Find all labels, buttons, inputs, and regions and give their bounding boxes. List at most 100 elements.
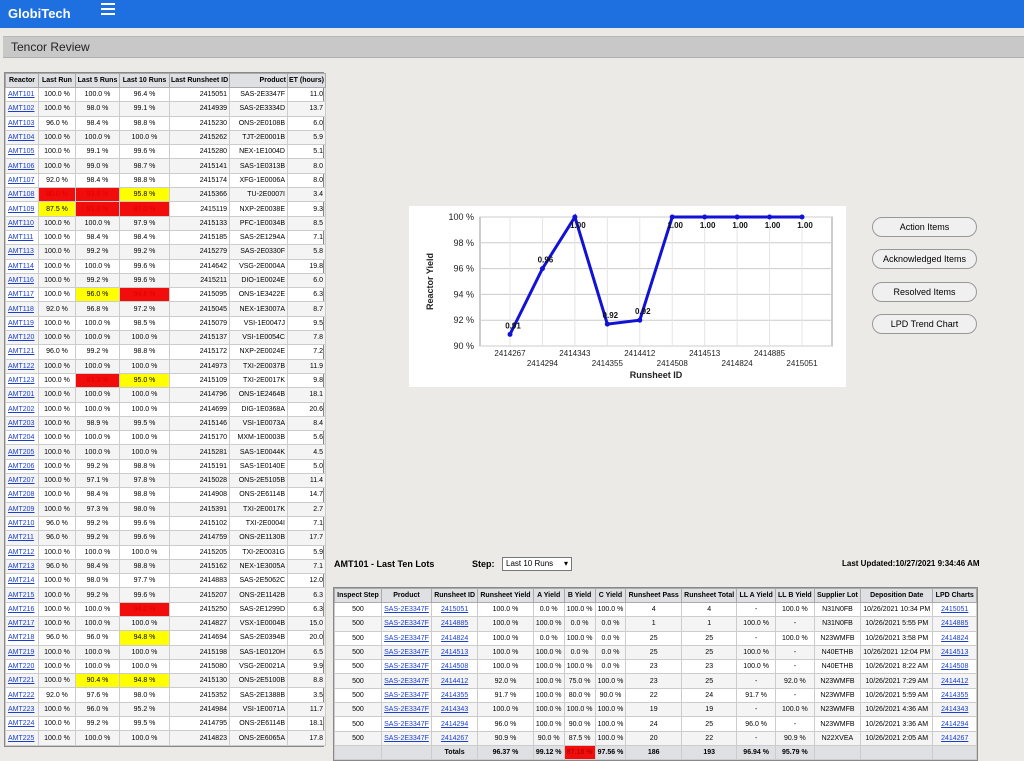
reactor-cell: 2415051 xyxy=(169,86,230,103)
reactor-link[interactable]: AMT205 xyxy=(8,449,34,456)
runsheet-link[interactable]: 2414355 xyxy=(441,692,468,699)
lots-total-cell: 96.94 % xyxy=(736,744,776,761)
runsheet-link[interactable]: 2414294 xyxy=(441,721,468,728)
reactor-link[interactable]: AMT223 xyxy=(8,706,34,713)
runsheet-link[interactable]: 2415051 xyxy=(441,606,468,613)
product-link[interactable]: SAS-2E3347F xyxy=(384,678,429,685)
lots-row: 500 SAS-2E3347F 2414508 100.0 % 100.0 % 100.0… xyxy=(334,659,977,675)
product-link[interactable]: SAS-2E3347F xyxy=(384,692,429,699)
reactor-link[interactable]: AMT119 xyxy=(8,320,34,327)
action-items-button[interactable]: Action Items xyxy=(872,217,977,237)
product-link[interactable]: SAS-2E3347F xyxy=(384,721,429,728)
reactor-link[interactable]: AMT111 xyxy=(8,234,33,241)
reactor-link[interactable]: AMT213 xyxy=(8,563,34,570)
reactor-link[interactable]: AMT113 xyxy=(8,248,34,255)
reactor-link[interactable]: AMT202 xyxy=(8,406,34,413)
product-link[interactable]: SAS-2E3347F xyxy=(384,635,429,642)
reactor-link[interactable]: AMT123 xyxy=(8,377,34,384)
reactor-link[interactable]: AMT118 xyxy=(8,306,34,313)
reactor-link[interactable]: AMT107 xyxy=(8,177,34,184)
reactor-link[interactable]: AMT221 xyxy=(8,677,34,684)
product-link[interactable]: SAS-2E3347F xyxy=(384,606,429,613)
reactor-row: AMT107 92.0 % 98.4 % 98.8 % 2415174 XFG-1E000… xyxy=(5,172,326,189)
brand-logo[interactable]: GlobiTech xyxy=(8,6,71,21)
reactor-link[interactable]: AMT224 xyxy=(8,720,34,727)
reactor-link[interactable]: AMT102 xyxy=(8,105,34,112)
reactor-link[interactable]: AMT209 xyxy=(8,506,34,513)
reactor-cell: AMT212 xyxy=(5,544,39,560)
reactor-link[interactable]: AMT116 xyxy=(8,277,34,284)
reactor-link[interactable]: AMT106 xyxy=(8,163,34,170)
reactor-link[interactable]: AMT214 xyxy=(8,577,34,584)
reactor-link[interactable]: AMT225 xyxy=(8,735,34,742)
reactor-link[interactable]: AMT122 xyxy=(8,363,34,370)
reactor-cell: 5.9 xyxy=(287,129,326,146)
product-link[interactable]: SAS-2E3347F xyxy=(384,735,429,742)
acknowledged-items-button[interactable]: Acknowledged Items xyxy=(872,249,977,269)
reactor-link[interactable]: AMT222 xyxy=(8,692,34,699)
lpd-chart-link[interactable]: 2414513 xyxy=(941,649,968,656)
step-select[interactable]: Last 10 Runs ▾ xyxy=(502,557,572,571)
reactor-link[interactable]: AMT204 xyxy=(8,434,34,441)
reactor-link[interactable]: AMT218 xyxy=(8,634,34,641)
reactor-link[interactable]: AMT217 xyxy=(8,620,34,627)
runsheet-link[interactable]: 2414267 xyxy=(441,735,468,742)
reactor-link[interactable]: AMT110 xyxy=(8,220,34,227)
reactor-link[interactable]: AMT210 xyxy=(8,520,34,527)
lpd-chart-link[interactable]: 2414508 xyxy=(941,663,968,670)
runsheet-link[interactable]: 2414412 xyxy=(441,678,468,685)
reactor-cell: 8.7 xyxy=(287,301,326,317)
reactor-link[interactable]: AMT206 xyxy=(8,463,34,470)
lots-cell: 2415051 xyxy=(932,601,977,618)
data-label: 1.00 xyxy=(765,221,781,230)
reactor-link[interactable]: AMT215 xyxy=(8,592,34,599)
reactor-cell: AMT109 xyxy=(5,201,39,217)
y-tick-label: 98 % xyxy=(453,238,474,248)
reactor-link[interactable]: AMT104 xyxy=(8,134,34,141)
reactor-link[interactable]: AMT207 xyxy=(8,477,34,484)
lpd-chart-link[interactable]: 2414885 xyxy=(941,620,968,627)
reactor-link[interactable]: AMT208 xyxy=(8,491,34,498)
runsheet-link[interactable]: 2414343 xyxy=(441,706,468,713)
runsheet-link[interactable]: 2414513 xyxy=(441,649,468,656)
reactor-link[interactable]: AMT216 xyxy=(8,606,34,613)
reactor-link[interactable]: AMT105 xyxy=(8,148,34,155)
lpd-chart-link[interactable]: 2414267 xyxy=(941,735,968,742)
lpd-chart-link[interactable]: 2415051 xyxy=(941,606,968,613)
reactor-link[interactable]: AMT103 xyxy=(8,120,34,127)
resolved-items-button[interactable]: Resolved Items xyxy=(872,282,977,302)
reactor-link[interactable]: AMT220 xyxy=(8,663,34,670)
lpd-chart-link[interactable]: 2414343 xyxy=(941,706,968,713)
reactor-link[interactable]: AMT203 xyxy=(8,420,34,427)
lpd-trend-chart-button[interactable]: LPD Trend Chart xyxy=(872,314,977,334)
hamburger-menu-icon[interactable] xyxy=(100,0,116,16)
reactor-row: AMT123 100.0 % 93.3 % 95.0 % 2415109 TXI-2E00… xyxy=(5,372,326,389)
lpd-chart-link[interactable]: 2414294 xyxy=(941,721,968,728)
reactor-link[interactable]: AMT108 xyxy=(8,191,34,198)
reactor-cell: 5.6 xyxy=(287,430,326,446)
reactor-cell: AMT101 xyxy=(5,86,39,103)
runsheet-link[interactable]: 2414508 xyxy=(441,663,468,670)
reactor-link[interactable]: AMT212 xyxy=(8,549,34,556)
runsheet-link[interactable]: 2414824 xyxy=(441,635,468,642)
lpd-chart-link[interactable]: 2414824 xyxy=(941,635,968,642)
product-link[interactable]: SAS-2E3347F xyxy=(384,620,429,627)
reactor-cell: 5.8 xyxy=(287,244,326,260)
product-link[interactable]: SAS-2E3347F xyxy=(384,663,429,670)
reactor-link[interactable]: AMT117 xyxy=(8,291,34,298)
reactor-link[interactable]: AMT201 xyxy=(8,391,34,398)
reactor-link[interactable]: AMT219 xyxy=(8,649,34,656)
product-link[interactable]: SAS-2E3347F xyxy=(384,649,429,656)
reactor-link[interactable]: AMT120 xyxy=(8,334,34,341)
product-link[interactable]: SAS-2E3347F xyxy=(384,706,429,713)
reactor-link[interactable]: AMT109 xyxy=(8,206,34,213)
reactor-cell: 100.0 % xyxy=(38,144,76,160)
reactor-cell: 6.0 xyxy=(287,272,326,289)
reactor-link[interactable]: AMT121 xyxy=(8,348,34,355)
lpd-chart-link[interactable]: 2414355 xyxy=(941,692,968,699)
reactor-link[interactable]: AMT211 xyxy=(8,534,34,541)
runsheet-link[interactable]: 2414885 xyxy=(441,620,468,627)
reactor-link[interactable]: AMT101 xyxy=(8,91,34,98)
lpd-chart-link[interactable]: 2414412 xyxy=(941,678,968,685)
reactor-link[interactable]: AMT114 xyxy=(8,263,34,270)
